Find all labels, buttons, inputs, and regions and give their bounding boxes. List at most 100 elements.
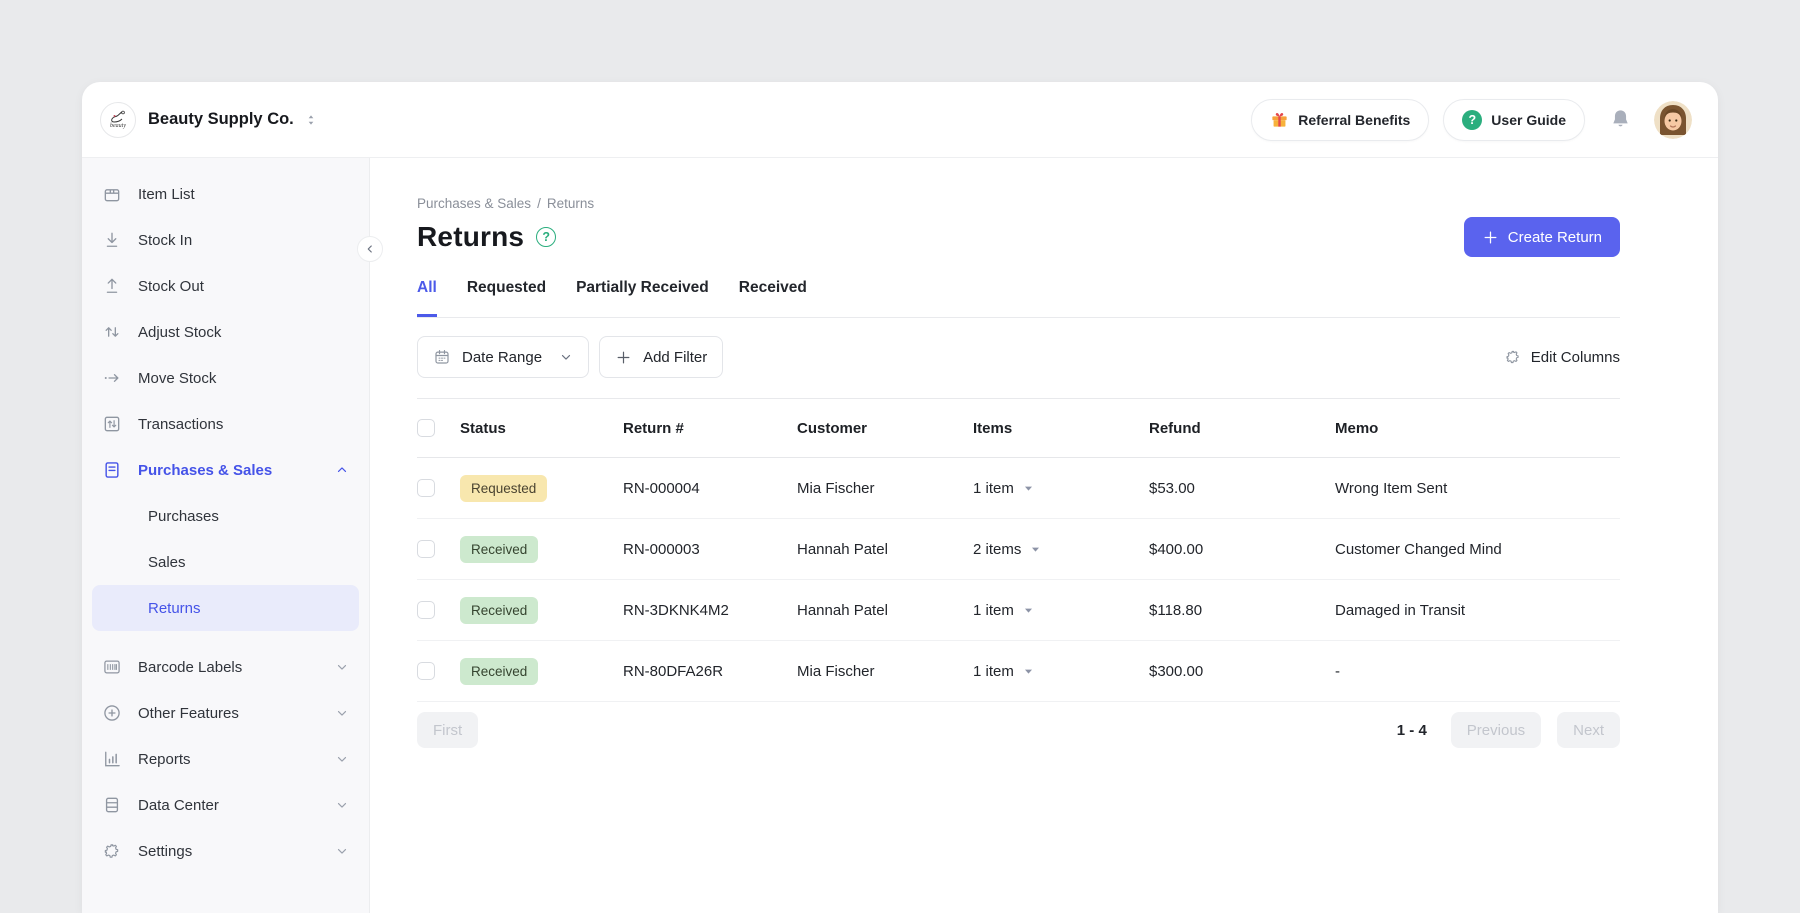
arrows-up-down-icon <box>102 322 122 342</box>
column-header-customer[interactable]: Customer <box>797 420 973 437</box>
tab-all[interactable]: All <box>417 279 437 317</box>
items-dropdown-cell[interactable]: 1 item <box>973 663 1149 680</box>
items-dropdown-cell[interactable]: 1 item <box>973 602 1149 619</box>
sidebar: Item List Stock In Stock Out Adjust Stoc… <box>82 158 370 913</box>
question-circle-icon: ? <box>1462 110 1482 130</box>
memo-cell: - <box>1335 663 1620 680</box>
top-bar: beauty Beauty Supply Co. Referral Benefi… <box>82 82 1718 158</box>
return-number-cell: RN-3DKNK4M2 <box>623 602 797 619</box>
sidebar-item-label: Adjust Stock <box>138 324 221 341</box>
sidebar-item-label: Barcode Labels <box>138 659 242 676</box>
logo-word: beauty <box>110 123 126 129</box>
sidebar-item-purchases[interactable]: Purchases <box>92 493 359 539</box>
status-badge: Received <box>460 536 538 563</box>
column-header-items[interactable]: Items <box>973 420 1149 437</box>
breadcrumb-parent[interactable]: Purchases & Sales <box>417 196 531 211</box>
sidebar-item-barcode-labels[interactable]: Barcode Labels <box>92 644 359 690</box>
add-filter-button[interactable]: Add Filter <box>599 336 723 378</box>
column-header-status[interactable]: Status <box>460 420 623 437</box>
user-guide-label: User Guide <box>1491 112 1566 128</box>
sidebar-item-move-stock[interactable]: Move Stock <box>92 355 359 401</box>
sidebar-item-label: Move Stock <box>138 370 216 387</box>
sidebar-item-purchases-and-sales[interactable]: Purchases & Sales <box>92 447 359 493</box>
company-logo: beauty <box>100 102 136 138</box>
sidebar-item-item-list[interactable]: Item List <box>92 171 359 217</box>
sidebar-item-label: Data Center <box>138 797 219 814</box>
help-icon[interactable]: ? <box>536 227 556 247</box>
company-name: Beauty Supply Co. <box>148 110 294 129</box>
row-checkbox[interactable] <box>417 540 435 558</box>
refund-cell: $53.00 <box>1149 480 1335 497</box>
row-checkbox[interactable] <box>417 479 435 497</box>
tab-requested[interactable]: Requested <box>467 279 546 317</box>
return-number-cell: RN-000004 <box>623 480 797 497</box>
chevron-down-icon <box>335 798 349 812</box>
items-dropdown-cell[interactable]: 2 items <box>973 541 1149 558</box>
customer-cell: Hannah Patel <box>797 602 973 619</box>
select-all-checkbox[interactable] <box>417 419 435 437</box>
sidebar-item-adjust-stock[interactable]: Adjust Stock <box>92 309 359 355</box>
company-switcher[interactable] <box>304 112 318 128</box>
user-guide-button[interactable]: ? User Guide <box>1443 99 1585 141</box>
sidebar-item-data-center[interactable]: Data Center <box>92 782 359 828</box>
refund-cell: $400.00 <box>1149 541 1335 558</box>
sidebar-item-returns[interactable]: Returns <box>92 585 359 631</box>
status-badge: Received <box>460 658 538 685</box>
sidebar-item-stock-out[interactable]: Stock Out <box>92 263 359 309</box>
calendar-icon <box>433 348 451 366</box>
edit-columns-button[interactable]: Edit Columns <box>1504 348 1620 366</box>
table-row[interactable]: Received RN-80DFA26R Mia Fischer 1 item … <box>417 641 1620 702</box>
sidebar-item-reports[interactable]: Reports <box>92 736 359 782</box>
notifications-bell-icon[interactable] <box>1609 108 1632 131</box>
column-header-return-no[interactable]: Return # <box>623 420 797 437</box>
sidebar-item-settings[interactable]: Settings <box>92 828 359 874</box>
row-checkbox[interactable] <box>417 662 435 680</box>
customer-cell: Mia Fischer <box>797 663 973 680</box>
sidebar-item-sales[interactable]: Sales <box>92 539 359 585</box>
transactions-icon <box>102 414 122 434</box>
previous-page-button[interactable]: Previous <box>1451 712 1541 748</box>
user-avatar[interactable] <box>1654 101 1692 139</box>
pagination: First 1 - 4 Previous Next <box>417 712 1620 748</box>
bar-chart-icon <box>102 749 122 769</box>
column-header-memo[interactable]: Memo <box>1335 420 1620 437</box>
next-page-button[interactable]: Next <box>1557 712 1620 748</box>
plus-icon <box>615 349 632 366</box>
first-page-button[interactable]: First <box>417 712 478 748</box>
sidebar-item-label: Other Features <box>138 705 239 722</box>
create-return-label: Create Return <box>1508 229 1602 246</box>
chevron-down-icon <box>335 752 349 766</box>
memo-cell: Wrong Item Sent <box>1335 480 1620 497</box>
tab-received[interactable]: Received <box>739 279 807 317</box>
date-range-filter[interactable]: Date Range <box>417 336 589 378</box>
chevron-down-icon <box>335 844 349 858</box>
row-checkbox[interactable] <box>417 601 435 619</box>
items-count: 1 item <box>973 602 1014 619</box>
sidebar-item-transactions[interactable]: Transactions <box>92 401 359 447</box>
selector-arrows-icon <box>304 112 318 128</box>
column-header-refund[interactable]: Refund <box>1149 420 1335 437</box>
customer-cell: Mia Fischer <box>797 480 973 497</box>
referral-benefits-label: Referral Benefits <box>1298 112 1410 128</box>
chevron-left-icon <box>364 243 376 255</box>
pagination-range: 1 - 4 <box>1397 722 1427 739</box>
table-row[interactable]: Received RN-3DKNK4M2 Hannah Patel 1 item… <box>417 580 1620 641</box>
items-dropdown-cell[interactable]: 1 item <box>973 480 1149 497</box>
sidebar-item-other-features[interactable]: Other Features <box>92 690 359 736</box>
items-count: 2 items <box>973 541 1021 558</box>
table-row[interactable]: Received RN-000003 Hannah Patel 2 items … <box>417 519 1620 580</box>
chevron-up-icon <box>335 463 349 477</box>
arrow-up-from-line-icon <box>102 276 122 296</box>
sidebar-item-label: Transactions <box>138 416 223 433</box>
referral-benefits-button[interactable]: Referral Benefits <box>1251 99 1429 141</box>
status-badge: Received <box>460 597 538 624</box>
breadcrumb-separator: / <box>537 196 541 211</box>
chevron-down-icon <box>559 350 573 364</box>
sidebar-item-stock-in[interactable]: Stock In <box>92 217 359 263</box>
sidebar-collapse-button[interactable] <box>357 236 383 262</box>
chevron-down-icon <box>335 660 349 674</box>
sidebar-item-label: Returns <box>148 600 201 617</box>
create-return-button[interactable]: Create Return <box>1464 217 1620 257</box>
tab-partially-received[interactable]: Partially Received <box>576 279 709 317</box>
table-row[interactable]: Requested RN-000004 Mia Fischer 1 item $… <box>417 458 1620 519</box>
